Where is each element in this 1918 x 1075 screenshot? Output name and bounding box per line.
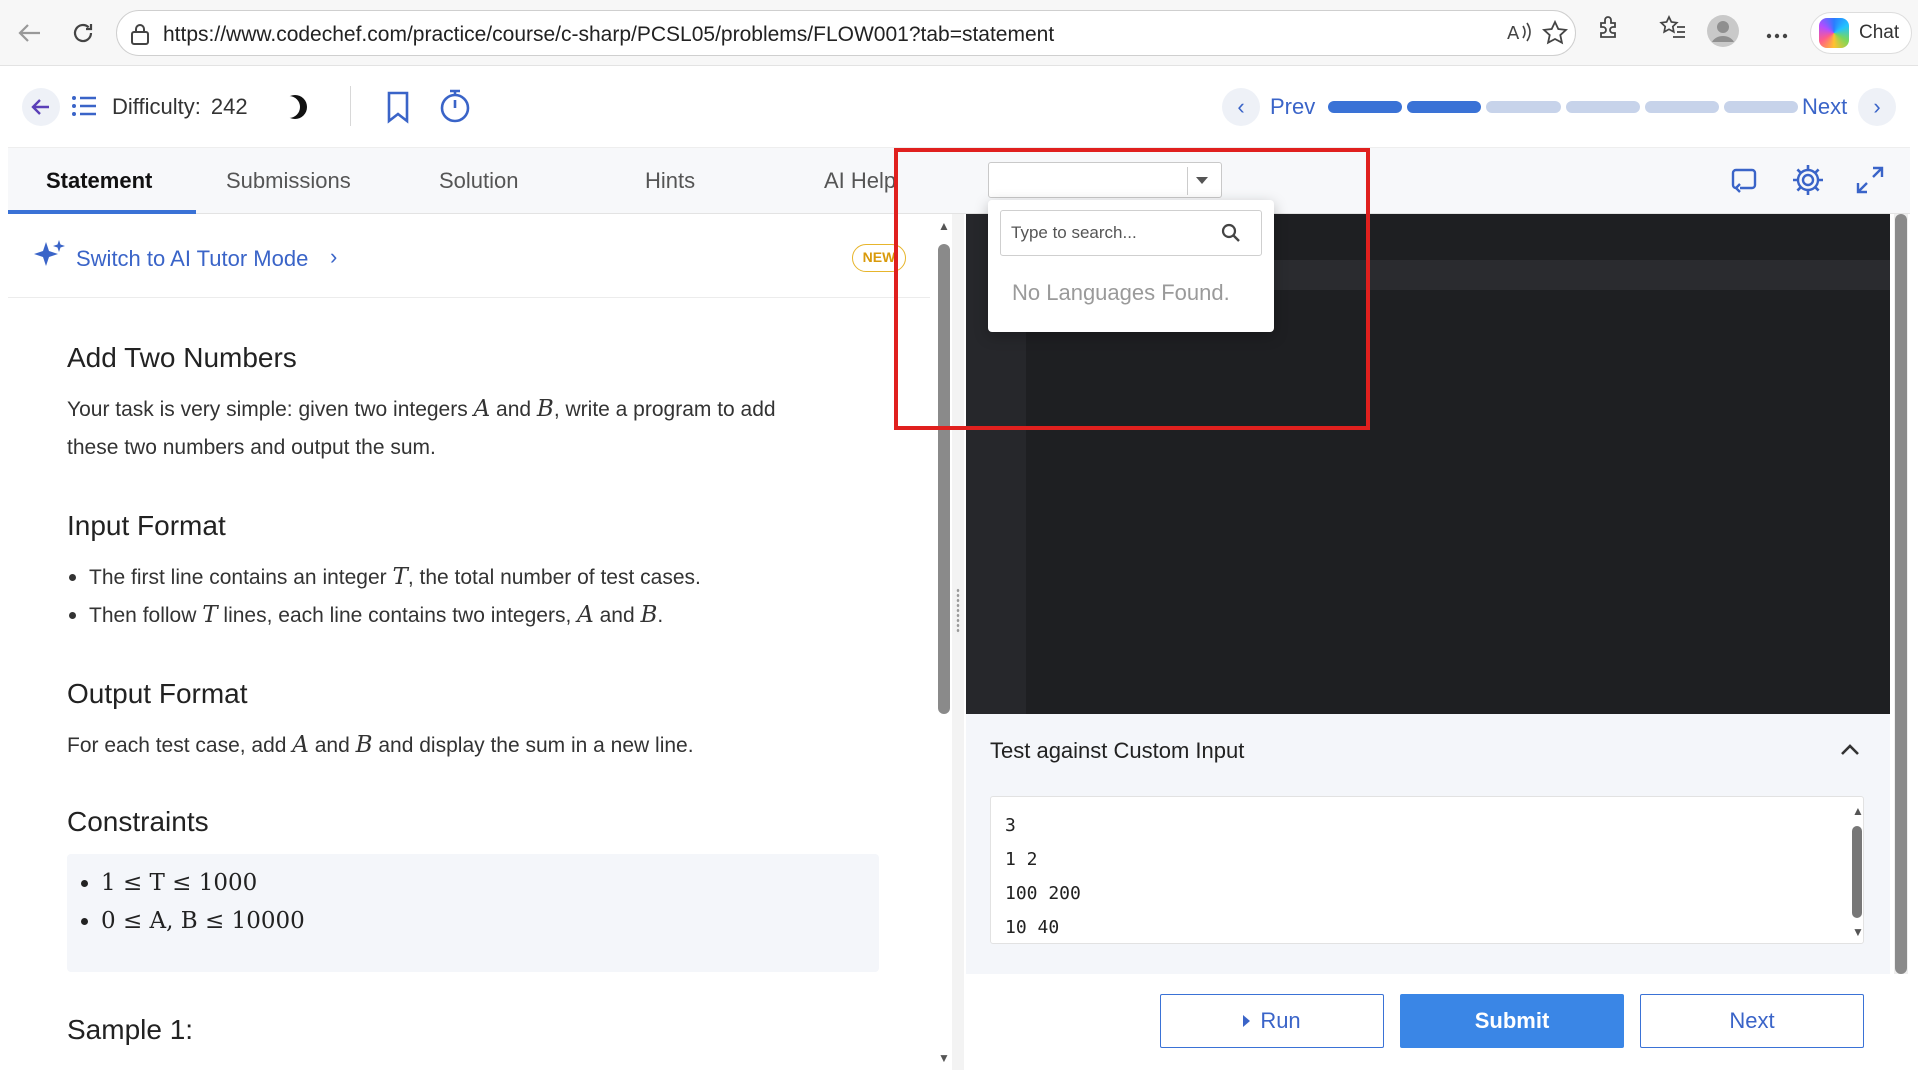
back-button[interactable] [22,88,60,126]
output-format-text: For each test case, add A and B and disp… [67,732,694,758]
progress-segment [1565,101,1640,113]
difficulty-rating: Difficulty: 242 [112,94,248,120]
list-item: Then follow T lines, each line contains … [67,596,701,634]
input-scroll-down-icon[interactable]: ▼ [1851,926,1865,938]
bookmark-icon[interactable] [384,90,412,124]
highlight-box [894,148,1370,430]
custom-input-panel: Test against Custom Input [966,714,1890,974]
difficulty-label: Difficulty: [112,94,201,119]
ai-tutor-banner: Switch to AI Tutor Mode › NEW [8,214,930,298]
chevron-right-icon: › [330,244,338,269]
tab-ai-help[interactable]: AI Help [824,168,896,194]
header-divider [350,86,351,126]
more-options-icon[interactable] [1758,14,1796,52]
prev-label[interactable]: Prev [1270,94,1315,120]
input-format-list: The first line contains an integer T, th… [67,558,701,634]
action-bar: Run Submit Next [966,974,1910,1070]
progress-segment [1644,101,1719,113]
settings-gear-icon[interactable] [1790,162,1826,198]
read-aloud-icon[interactable]: A [1505,20,1533,48]
arrow-left-icon [31,99,49,115]
constraints-heading: Constraints [67,806,209,837]
scroll-down-arrow-icon[interactable]: ▼ [937,1052,951,1064]
address-bar[interactable]: https://www.codechef.com/practice/course… [116,10,1576,56]
favorites-icon[interactable] [1654,14,1692,52]
chevron-right-icon: › [1873,94,1881,119]
next-button[interactable]: Next [1640,994,1864,1048]
progress-segment [1328,101,1403,113]
problem-statement-panel: Switch to AI Tutor Mode › NEW Add Two Nu… [8,214,938,1070]
extensions-icon[interactable] [1590,14,1628,52]
prev-problem-button[interactable]: ‹ [1222,88,1260,126]
favorite-star-icon[interactable] [1541,19,1569,48]
profile-avatar[interactable] [1704,14,1742,52]
editor-panel-scroll-thumb[interactable] [1895,214,1907,974]
output-format-heading: Output Format [67,678,248,709]
chevron-left-icon: ‹ [1237,94,1245,119]
custom-input-field[interactable] [990,796,1864,944]
tab-statement[interactable]: Statement [46,168,152,194]
drag-grip-icon[interactable] [956,588,960,634]
collapse-chevron-up-icon[interactable] [1838,738,1862,762]
play-icon [1243,1015,1251,1027]
custom-input-title: Test against Custom Input [990,738,1245,763]
reset-code-icon[interactable] [1726,162,1762,198]
submit-button[interactable]: Submit [1400,994,1624,1048]
progress-segment [1486,101,1561,113]
back-arrow-icon[interactable] [10,14,48,52]
browser-toolbar: https://www.codechef.com/practice/course… [0,0,1918,66]
list-item: The first line contains an integer T, th… [67,558,701,596]
next-label[interactable]: Next [1802,94,1847,120]
fullscreen-expand-icon[interactable] [1852,162,1888,198]
progress-segment [1407,101,1482,113]
constraint-item: 1 ≤ T ≤ 1000 [79,864,879,902]
input-format-heading: Input Format [67,510,226,541]
sparkle-icon [34,240,65,266]
tab-hints[interactable]: Hints [645,168,695,194]
svg-text:A: A [1507,23,1520,44]
lock-icon [131,24,149,45]
copilot-icon [1819,18,1849,48]
refresh-icon[interactable] [64,14,102,52]
input-scroll-up-icon[interactable]: ▲ [1851,805,1865,817]
copilot-chat-button[interactable]: Chat [1810,12,1912,54]
chat-label: Chat [1859,22,1900,43]
problem-header: Difficulty: 242 ‹ Prev Next › [8,68,1910,148]
custom-input-scroll-thumb[interactable] [1852,826,1862,918]
problem-list-icon[interactable] [70,92,98,120]
sample-heading: Sample 1: [67,1014,194,1045]
tab-submissions[interactable]: Submissions [226,168,351,194]
constraint-item: 0 ≤ A, B ≤ 10000 [79,902,879,940]
next-problem-button[interactable]: › [1858,88,1896,126]
constraints-box: 1 ≤ T ≤ 1000 0 ≤ A, B ≤ 10000 [67,854,879,972]
difficulty-value: 242 [210,94,248,119]
timer-icon[interactable] [438,88,472,124]
switch-ai-tutor-link[interactable]: Switch to AI Tutor Mode [76,246,308,272]
problem-description: Your task is very simple: given two inte… [67,396,776,459]
course-progress-bar [1328,101,1799,113]
tab-solution[interactable]: Solution [439,168,519,194]
constraints-list: 1 ≤ T ≤ 1000 0 ≤ A, B ≤ 10000 [67,854,879,940]
run-button[interactable]: Run [1160,994,1384,1048]
url-text[interactable]: https://www.codechef.com/practice/course… [163,23,1054,47]
progress-segment [1723,101,1799,113]
problem-title: Add Two Numbers [67,342,297,373]
dark-mode-toggle-icon[interactable] [278,90,312,124]
